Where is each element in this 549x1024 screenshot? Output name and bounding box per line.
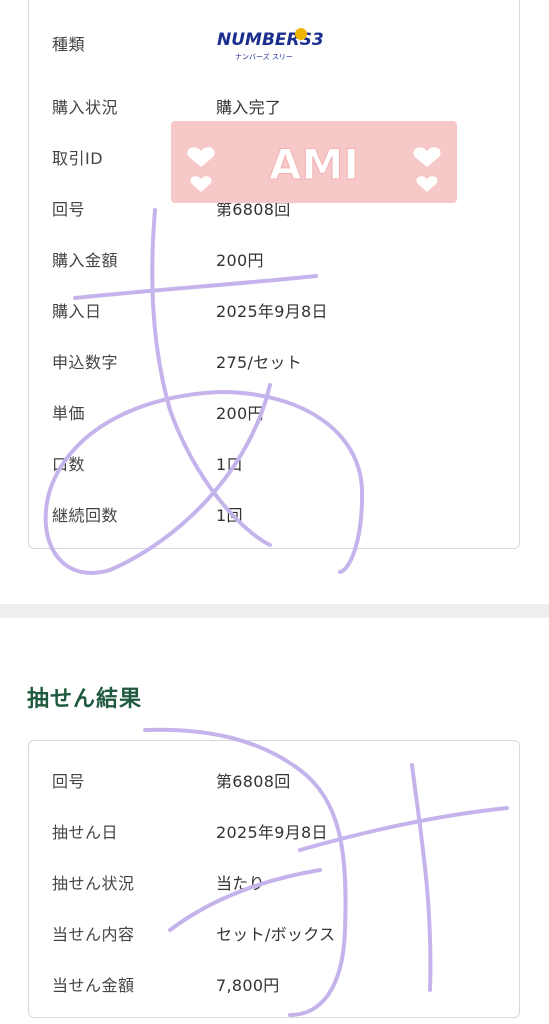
detail-row: 口数 1口 <box>29 445 519 479</box>
detail-value: 購入完了 <box>216 98 282 117</box>
detail-value: 200円 <box>216 404 264 423</box>
detail-value: 1口 <box>216 455 243 474</box>
numbers3-logo: NUMBERS3 ナンバーズ スリー <box>217 28 324 61</box>
detail-row: 継続回数 1回 <box>29 496 519 530</box>
detail-label: 種類 <box>52 35 86 54</box>
detail-row: 単価 200円 <box>29 394 519 428</box>
result-value: 7,800円 <box>216 976 280 995</box>
detail-label: 申込数字 <box>52 353 119 372</box>
detail-label: 購入日 <box>52 302 102 321</box>
detail-row: 購入日 2025年9月8日 <box>29 292 519 326</box>
detail-label: 購入金額 <box>52 251 119 270</box>
result-label: 抽せん日 <box>52 823 119 842</box>
detail-row: 購入状況 購入完了 <box>29 88 519 122</box>
result-label: 回号 <box>52 772 86 791</box>
svg-text:ナンバーズ スリー: ナンバーズ スリー <box>235 52 293 61</box>
detail-label: 単価 <box>52 404 86 423</box>
detail-value: 275/セット <box>216 353 303 372</box>
detail-value: 1回 <box>216 506 243 525</box>
detail-label: 取引ID <box>52 149 104 168</box>
svg-text:NUMBERS3: NUMBERS3 <box>217 30 324 50</box>
result-label: 当せん金額 <box>52 976 135 995</box>
result-row: 当せん金額 7,800円 <box>29 966 519 1000</box>
result-label: 抽せん状況 <box>52 874 135 893</box>
result-value: 2025年9月8日 <box>216 823 328 842</box>
detail-label: 継続回数 <box>52 506 119 525</box>
ami-sticker: AMI <box>171 121 457 203</box>
results-section-title: 抽せん結果 <box>27 687 143 712</box>
result-value: セット/ボックス <box>216 925 336 944</box>
detail-value: 200円 <box>216 251 264 270</box>
result-row: 抽せん状況 当たり <box>29 864 519 898</box>
detail-label: 購入状況 <box>52 98 119 117</box>
result-value: 第6808回 <box>216 772 291 791</box>
result-row: 回号 第6808回 <box>29 762 519 796</box>
section-divider <box>0 604 549 618</box>
detail-value: 2025年9月8日 <box>216 302 328 321</box>
result-value: 当たり <box>216 874 265 893</box>
detail-label: 口数 <box>52 455 86 474</box>
result-label: 当せん内容 <box>52 925 135 944</box>
detail-row: 購入金額 200円 <box>29 241 519 275</box>
detail-row: 申込数字 275/セット <box>29 343 519 377</box>
result-row: 当せん内容 セット/ボックス <box>29 915 519 949</box>
purchase-details-card: 種類 NUMBERS3 ナンバーズ スリー 購入状況 購入完了 取引ID 回号 … <box>28 0 520 549</box>
result-row: 抽せん日 2025年9月8日 <box>29 813 519 847</box>
sticker-text: AMI <box>269 140 359 189</box>
detail-label: 回号 <box>52 200 86 219</box>
results-card: 回号 第6808回 抽せん日 2025年9月8日 抽せん状況 当たり 当せん内容… <box>28 740 520 1018</box>
